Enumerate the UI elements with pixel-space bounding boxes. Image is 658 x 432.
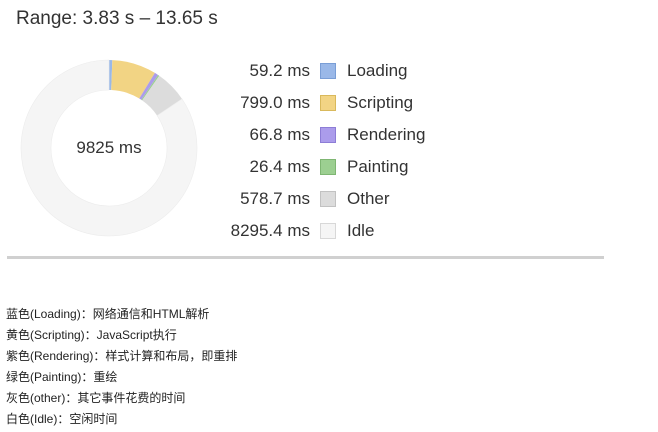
legend-label-scripting: Scripting bbox=[347, 93, 414, 112]
legend-row-other: 578.7 ms Other bbox=[200, 183, 460, 215]
section-divider bbox=[7, 256, 604, 259]
legend-swatch-idle bbox=[320, 223, 336, 239]
legend-label-painting: Painting bbox=[347, 157, 409, 176]
legend-label-rendering: Rendering bbox=[347, 125, 426, 144]
legend-value-loading: 59.2 ms bbox=[249, 61, 310, 80]
legend-swatch-loading bbox=[320, 63, 336, 79]
legend-value-scripting: 799.0 ms bbox=[240, 93, 310, 112]
legend-row-painting: 26.4 ms Painting bbox=[200, 151, 460, 183]
legend-value-other: 578.7 ms bbox=[240, 189, 310, 208]
legend-value-idle: 8295.4 ms bbox=[230, 221, 310, 240]
summary-donut-chart: 9825 ms bbox=[20, 59, 198, 237]
legend-swatch-painting bbox=[320, 159, 336, 175]
note-painting: 绿色(Painting)：重绘 bbox=[6, 370, 118, 384]
note-other: 灰色(other)：其它事件花费的时间 bbox=[6, 391, 186, 405]
color-explanation-notes: 蓝色(Loading)：网络通信和HTML解析 黄色(Scripting)：Ja… bbox=[6, 304, 646, 430]
note-scripting: 黄色(Scripting)：JavaScript执行 bbox=[6, 328, 177, 342]
legend-swatch-other bbox=[320, 191, 336, 207]
legend-swatch-rendering bbox=[320, 127, 336, 143]
legend-row-idle: 8295.4 ms Idle bbox=[200, 215, 460, 247]
note-loading: 蓝色(Loading)：网络通信和HTML解析 bbox=[6, 307, 210, 321]
legend-label-loading: Loading bbox=[347, 61, 408, 80]
note-idle: 白色(Idle)：空闲时间 bbox=[6, 412, 118, 426]
legend-label-other: Other bbox=[347, 189, 390, 208]
legend-row-loading: 59.2 ms Loading bbox=[200, 55, 460, 87]
range-title: Range: 3.83 s – 13.65 s bbox=[16, 8, 218, 29]
donut-total-label: 9825 ms bbox=[76, 138, 142, 157]
legend-row-rendering: 66.8 ms Rendering bbox=[200, 119, 460, 151]
legend-label-idle: Idle bbox=[347, 221, 375, 240]
note-rendering: 紫色(Rendering)：样式计算和布局，即重排 bbox=[6, 349, 238, 363]
legend-row-scripting: 799.0 ms Scripting bbox=[200, 87, 460, 119]
legend-swatch-scripting bbox=[320, 95, 336, 111]
legend-value-painting: 26.4 ms bbox=[249, 157, 310, 176]
category-legend: 59.2 ms Loading 799.0 ms Scripting 66.8 … bbox=[200, 55, 460, 247]
legend-value-rendering: 66.8 ms bbox=[249, 125, 310, 144]
